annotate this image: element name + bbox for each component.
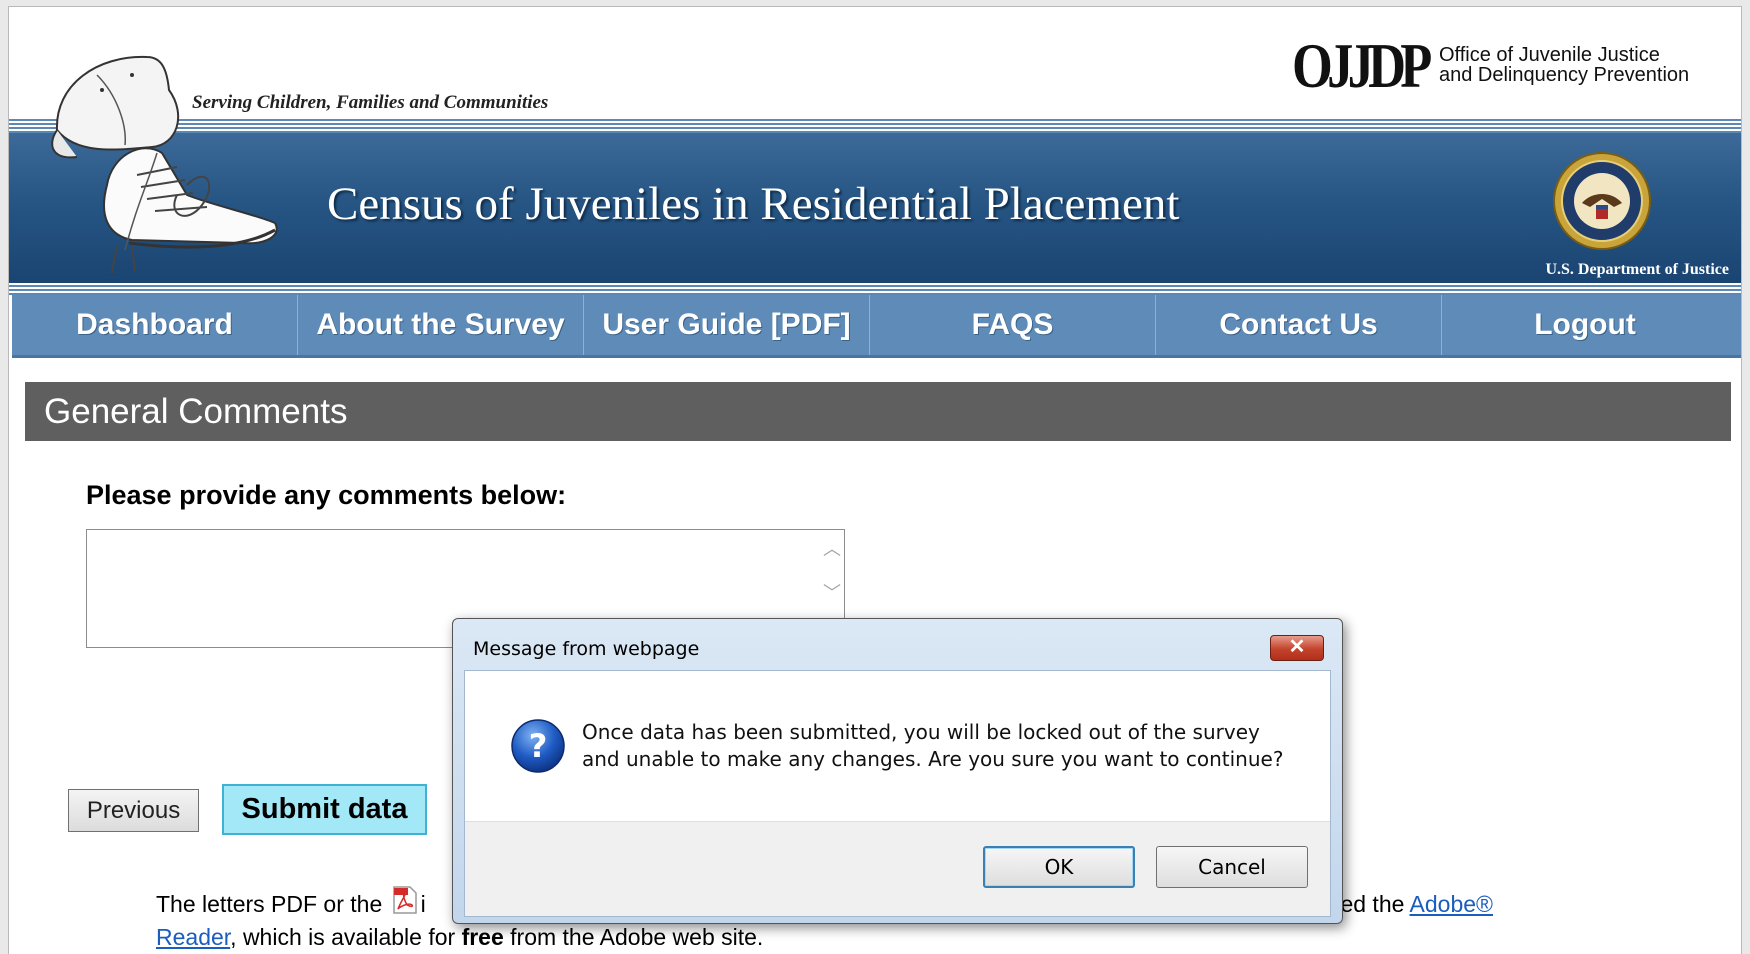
dialog-title: Message from webpage: [473, 638, 700, 660]
ok-button[interactable]: OK: [983, 846, 1135, 888]
main-nav: Dashboard About the Survey User Guide [P…: [12, 295, 1741, 358]
footnote-free: free: [461, 924, 504, 950]
comments-prompt: Please provide any comments below:: [86, 480, 567, 510]
footnote-text-2: i: [420, 891, 426, 917]
nav-contact-us[interactable]: Contact Us: [1156, 295, 1442, 355]
nav-faqs[interactable]: FAQS: [870, 295, 1156, 355]
site-title: Census of Juveniles in Residential Place…: [327, 178, 1180, 230]
footnote-text-4: , which is available for: [230, 924, 456, 950]
dialog-message: Once data has been submitted, you will b…: [582, 720, 1284, 771]
cancel-button[interactable]: Cancel: [1156, 846, 1308, 888]
previous-button[interactable]: Previous: [68, 789, 199, 832]
shoes-logo-icon: [51, 55, 278, 274]
close-icon[interactable]: ✕: [1270, 635, 1324, 661]
reader-link[interactable]: Reader: [156, 924, 230, 950]
nav-logout[interactable]: Logout: [1442, 295, 1728, 355]
banner-bottom-stripes: [9, 283, 1741, 295]
ojjdp-name: Office of Juvenile Justice and Delinquen…: [1439, 45, 1739, 85]
footnote-text-5: from the Adobe web site.: [510, 924, 764, 950]
adobe-link[interactable]: Adobe®: [1410, 891, 1493, 917]
svg-text:?: ?: [529, 727, 548, 765]
confirm-dialog: Message from webpage ✕ ? Once data has b…: [452, 618, 1343, 924]
footnote-text-1: The letters PDF or the: [156, 891, 383, 917]
ojjdp-logo: OJJDP: [1292, 30, 1432, 101]
pdf-icon: [392, 886, 417, 914]
section-title: General Comments: [25, 382, 1731, 441]
doj-seal-icon: [1553, 152, 1651, 250]
nav-user-guide[interactable]: User Guide [PDF]: [584, 295, 870, 355]
nav-about-survey[interactable]: About the Survey: [298, 295, 584, 355]
dialog-body: ? Once data has been submitted, you will…: [464, 670, 1331, 917]
question-icon: ?: [511, 719, 565, 773]
nav-dashboard[interactable]: Dashboard: [12, 295, 298, 355]
doj-label: U.S. Department of Justice: [1545, 261, 1729, 278]
browser-page: Serving Children, Families and Communiti…: [9, 7, 1741, 954]
dialog-footer: OK Cancel: [465, 821, 1330, 916]
ojjdp-name-line2: and Delinquency Prevention: [1439, 64, 1690, 86]
submit-data-button[interactable]: Submit data: [222, 784, 427, 835]
ojjdp-name-line1: Office of Juvenile Justice: [1439, 44, 1660, 66]
